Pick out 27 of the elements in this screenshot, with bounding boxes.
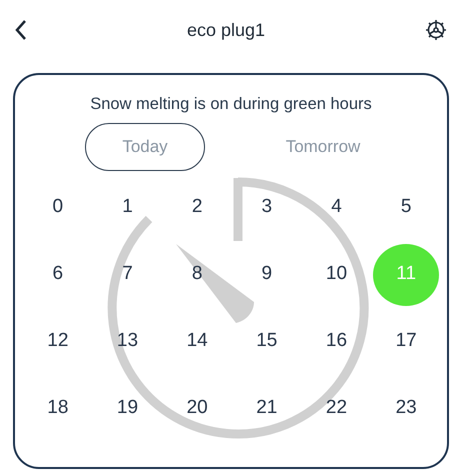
hour-button[interactable]: 19	[94, 378, 160, 440]
hour-button[interactable]: 8	[164, 244, 230, 306]
settings-icon[interactable]	[424, 18, 448, 42]
schedule-message: Snow melting is on during green hours	[90, 95, 372, 113]
hour-button[interactable]: 7	[94, 244, 160, 306]
hour-button[interactable]: 0	[24, 176, 91, 238]
hour-button[interactable]: 2	[164, 176, 230, 238]
hour-button[interactable]: 10	[303, 244, 370, 306]
hour-button[interactable]: 9	[234, 244, 300, 306]
hour-button[interactable]: 20	[164, 378, 230, 440]
hour-button[interactable]: 16	[303, 310, 370, 372]
hour-button[interactable]: 21	[234, 378, 300, 440]
screen-title: eco plug1	[186, 18, 266, 42]
hour-button[interactable]: 4	[303, 176, 370, 238]
hour-button[interactable]: 18	[24, 378, 91, 440]
hour-button[interactable]: 1	[94, 176, 160, 238]
back-icon[interactable]	[14, 19, 28, 41]
hour-button[interactable]: 15	[234, 310, 300, 372]
hour-button[interactable]: 6	[24, 244, 91, 306]
hour-button[interactable]: 3	[234, 176, 300, 238]
hour-button[interactable]: 5	[373, 176, 440, 238]
hour-button[interactable]: 23	[373, 378, 440, 440]
hour-button[interactable]: 17	[373, 310, 440, 372]
hour-button[interactable]: 14	[164, 310, 230, 372]
hour-button[interactable]: 13	[94, 310, 160, 372]
hour-button[interactable]: 22	[303, 378, 370, 440]
hour-button[interactable]: 12	[24, 310, 91, 372]
